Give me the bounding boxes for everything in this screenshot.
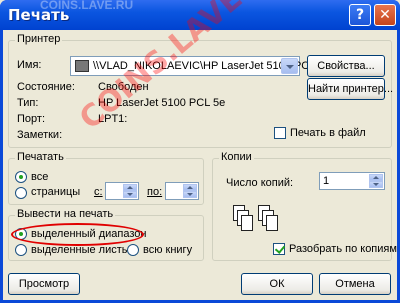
highlight-ellipse xyxy=(11,223,144,246)
copies-count-value: 1 xyxy=(323,175,330,187)
output-sheets-radio[interactable] xyxy=(15,244,27,256)
stepper-down-icon[interactable] xyxy=(369,181,383,188)
printer-icon xyxy=(75,60,89,72)
print-to-file-label: Печать в файл xyxy=(290,127,366,139)
range-pages-label: страницы xyxy=(31,186,81,198)
stepper-up-icon[interactable] xyxy=(123,184,137,191)
collate-checkbox[interactable] xyxy=(273,243,285,255)
range-pages-radio[interactable] xyxy=(15,187,27,199)
range-all-radio[interactable] xyxy=(15,171,27,183)
help-button[interactable]: ? xyxy=(349,4,371,26)
collate-label: Разобрать по копиям xyxy=(289,243,397,255)
range-to-label: по: xyxy=(147,186,163,198)
range-all-label: все xyxy=(31,171,49,183)
print-dialog: Печать COINS.LAVE.RU ? ✕ Принтер Имя: \\… xyxy=(0,0,400,303)
print-range-legend: Печатать xyxy=(15,151,66,163)
copies-count-stepper[interactable]: 1 xyxy=(319,172,385,190)
printer-name-label: Имя: xyxy=(17,59,42,71)
cancel-button[interactable]: Отмена xyxy=(319,273,391,295)
stepper-up-icon[interactable] xyxy=(369,174,383,181)
chevron-down-icon[interactable] xyxy=(281,58,298,74)
range-from-stepper[interactable] xyxy=(105,182,139,200)
properties-button[interactable]: Свойства... xyxy=(307,55,385,77)
stepper-down-icon[interactable] xyxy=(123,191,137,198)
stepper-up-icon[interactable] xyxy=(183,184,197,191)
printer-legend: Принтер xyxy=(15,33,63,45)
stepper-down-icon[interactable] xyxy=(183,191,197,198)
find-printer-button[interactable]: Найти принтер... xyxy=(307,78,393,100)
range-from-label: с: xyxy=(94,186,103,198)
output-book-radio[interactable] xyxy=(127,244,139,256)
range-to-stepper[interactable] xyxy=(165,182,199,200)
watermark-top: COINS.LAVE.RU xyxy=(40,0,134,12)
print-to-file-checkbox[interactable] xyxy=(274,127,286,139)
printer-type-label: Тип: xyxy=(17,97,39,109)
printer-state-label: Состояние: xyxy=(17,81,75,93)
close-button[interactable]: ✕ xyxy=(374,4,396,26)
preview-button[interactable]: Просмотр xyxy=(8,273,80,295)
dialog-body: Принтер Имя: \\VLAD_NIKOLAEVIC\HP LaserJ… xyxy=(3,0,397,300)
copies-legend: Копии xyxy=(219,151,254,163)
output-book-label: всю книгу xyxy=(143,244,193,256)
output-legend: Вывести на печать xyxy=(15,208,116,220)
printer-notes-label: Заметки: xyxy=(17,129,63,141)
printer-port-label: Порт: xyxy=(17,113,45,125)
copies-count-label: Число копий: xyxy=(226,177,294,189)
ok-button[interactable]: ОК xyxy=(241,273,313,295)
